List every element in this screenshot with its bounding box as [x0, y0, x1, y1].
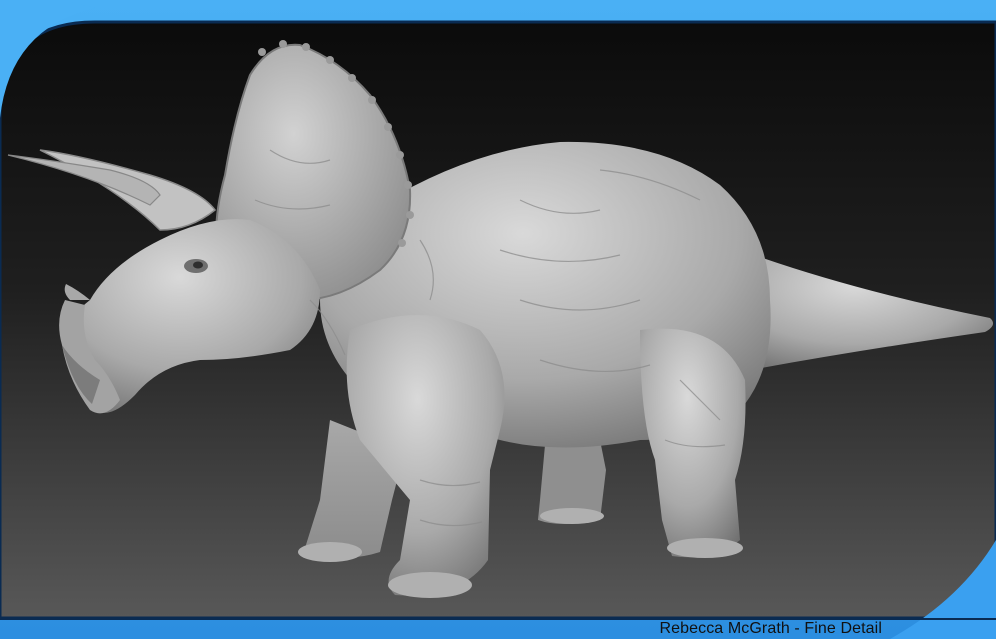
presentation-frame: [0, 0, 996, 639]
artist-caption: Rebecca McGrath - Fine Detail: [659, 620, 882, 637]
